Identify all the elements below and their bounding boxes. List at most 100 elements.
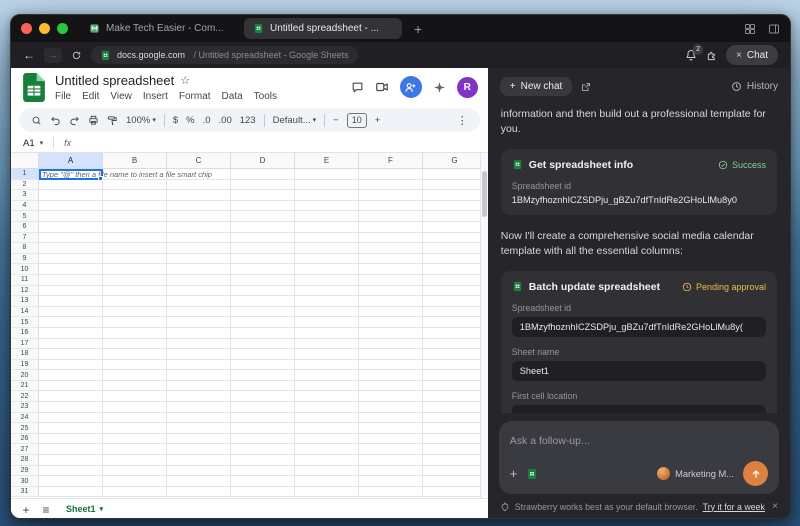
grid-cell[interactable] (423, 359, 487, 371)
grid-cell[interactable] (103, 285, 167, 297)
grid-cell[interactable] (39, 423, 103, 434)
row-header[interactable]: 21 (11, 380, 39, 392)
grid-cell[interactable] (231, 338, 295, 350)
open-in-window-icon[interactable] (580, 81, 592, 93)
grid-cell[interactable] (423, 465, 487, 477)
grid-cell[interactable] (359, 306, 423, 318)
grid-cell[interactable] (167, 433, 231, 445)
row-header[interactable]: 11 (11, 274, 39, 286)
grid-cell[interactable] (295, 455, 359, 466)
grid-cell[interactable] (103, 402, 167, 413)
grid-cell[interactable] (103, 327, 167, 339)
grid-cell[interactable] (167, 296, 231, 307)
grid-cell[interactable] (39, 349, 103, 360)
grid-cell[interactable] (103, 296, 167, 307)
row-header[interactable]: 23 (11, 402, 39, 413)
grid-cell[interactable] (231, 317, 295, 328)
grid-cell[interactable] (167, 359, 231, 371)
grid-cell[interactable] (423, 433, 487, 445)
row-header[interactable]: 16 (11, 327, 39, 339)
grid-cell[interactable] (359, 190, 423, 201)
scrollbar-thumb[interactable] (481, 171, 487, 217)
grid-cell[interactable] (295, 349, 359, 360)
grid-cell[interactable] (103, 306, 167, 318)
address-bar[interactable]: docs.google.com / Untitled spreadsheet -… (91, 46, 358, 64)
grid-cell[interactable] (167, 317, 231, 328)
grid-cell[interactable] (231, 200, 295, 212)
grid-cell[interactable] (231, 423, 295, 434)
row-header[interactable]: 19 (11, 359, 39, 371)
grid-cell[interactable] (359, 433, 423, 445)
grid-cell[interactable] (359, 317, 423, 328)
attach-plus-icon[interactable]: + (510, 467, 518, 480)
browser-tab[interactable]: Untitled spreadsheet - ... (244, 18, 402, 39)
grid-cell[interactable] (231, 285, 295, 297)
grid-cell[interactable] (231, 476, 295, 487)
grid-cell[interactable] (295, 317, 359, 328)
row-header[interactable]: 17 (11, 338, 39, 350)
column-header[interactable]: A (39, 153, 103, 168)
refresh-icon[interactable] (71, 50, 82, 61)
grid-cell[interactable] (295, 444, 359, 456)
notifications-bell-icon[interactable]: 2 (685, 44, 704, 61)
grid-cell[interactable] (39, 296, 103, 307)
grid-cell[interactable] (103, 391, 167, 403)
grid-cell[interactable] (359, 455, 423, 466)
grid-cell[interactable] (423, 296, 487, 307)
grid-cell[interactable] (167, 455, 231, 466)
field-value[interactable]: 1BMzyfhoznhICZSDPju_gBZu7dfTnIdRe2GHoLlM… (511, 316, 766, 337)
grid-cell[interactable] (359, 232, 423, 244)
grid-cell[interactable] (103, 232, 167, 244)
menu-view[interactable]: View (110, 91, 132, 102)
row-header[interactable]: 29 (11, 465, 39, 477)
model-selector[interactable]: Marketing M... (657, 467, 734, 480)
chat-toggle-button[interactable]: × Chat (726, 45, 778, 65)
font-size-input[interactable]: 10 (346, 112, 367, 128)
grid-cell[interactable] (423, 179, 487, 191)
grid-cell[interactable] (39, 190, 103, 201)
grid-cell[interactable] (295, 221, 359, 233)
grid-cell[interactable] (39, 391, 103, 403)
grid-cell[interactable] (423, 306, 487, 318)
row-header[interactable]: 12 (11, 285, 39, 297)
grid-cell[interactable] (103, 211, 167, 222)
grid-cell[interactable] (103, 349, 167, 360)
grid-cell[interactable] (295, 486, 359, 498)
increase-font-size-button[interactable]: + (375, 115, 381, 126)
grid-cell[interactable] (231, 391, 295, 403)
grid-cell[interactable] (423, 243, 487, 254)
row-header[interactable]: 1 (11, 169, 39, 180)
grid-cell[interactable] (295, 306, 359, 318)
try-it-link[interactable]: Try it for a week (703, 502, 765, 512)
column-header[interactable]: B (103, 153, 167, 168)
grid-cell[interactable] (167, 253, 231, 265)
grid-cell[interactable] (359, 486, 423, 498)
grid-cell[interactable] (423, 380, 487, 392)
grid-cell[interactable] (231, 402, 295, 413)
menu-insert[interactable]: Insert (143, 91, 168, 102)
grid-cell[interactable] (295, 433, 359, 445)
grid-cell[interactable] (167, 391, 231, 403)
account-avatar[interactable]: R (456, 76, 478, 98)
grid-cell[interactable] (167, 306, 231, 318)
grid-cell[interactable] (167, 179, 231, 191)
grid-cell[interactable] (359, 327, 423, 339)
grid-cell[interactable] (359, 169, 423, 180)
grid-cell[interactable] (103, 338, 167, 350)
column-header[interactable]: G (423, 153, 487, 168)
grid-cell[interactable] (167, 465, 231, 477)
toolbar-more-icon[interactable]: ⋮ (457, 114, 468, 127)
grid-cell[interactable] (295, 465, 359, 477)
grid-cell[interactable] (231, 264, 295, 275)
grid-cell[interactable] (39, 200, 103, 212)
grid-cell[interactable] (103, 412, 167, 424)
grid-cell[interactable] (359, 476, 423, 487)
tab-overview-icon[interactable] (744, 23, 756, 35)
grid-cell[interactable] (167, 232, 231, 244)
grid-cell[interactable] (103, 243, 167, 254)
grid-cell[interactable] (231, 253, 295, 265)
column-header[interactable]: E (295, 153, 359, 168)
grid-cell[interactable] (295, 169, 359, 180)
grid-cell[interactable] (423, 211, 487, 222)
print-icon[interactable] (88, 115, 99, 126)
